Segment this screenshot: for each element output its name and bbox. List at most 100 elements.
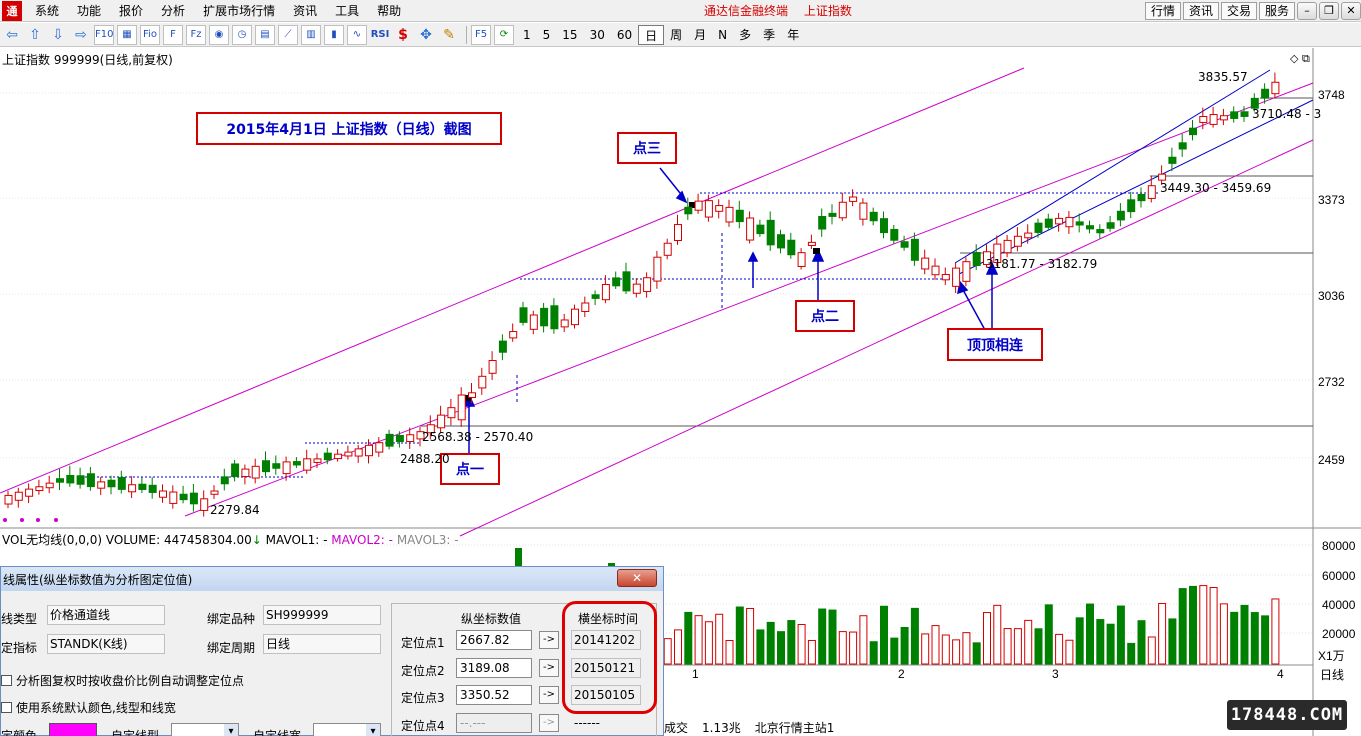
fz-icon[interactable]: Fz <box>186 24 206 45</box>
down-arrow-icon: ↓ <box>251 533 262 547</box>
bar-chart-icon[interactable]: ▥ <box>301 24 321 45</box>
menu-function[interactable]: 功能 <box>68 0 110 22</box>
candle <box>1127 199 1136 213</box>
candle <box>581 302 590 313</box>
candle <box>756 224 765 235</box>
auto-adjust-checkbox[interactable] <box>1 675 12 686</box>
period-5min[interactable]: 5 <box>537 25 557 45</box>
refresh-icon[interactable]: ⟳ <box>494 24 514 45</box>
candle <box>334 453 343 460</box>
menu-help[interactable]: 帮助 <box>368 0 410 22</box>
volume-bar <box>1096 619 1105 665</box>
trade-button[interactable]: 交易 <box>1220 2 1257 20</box>
dialog-close-icon[interactable]: ✕ <box>617 569 657 587</box>
chart-options-icon[interactable]: ◇ ⧉ <box>1290 52 1310 66</box>
volume-bar <box>890 637 899 665</box>
menu-tools[interactable]: 工具 <box>326 0 368 22</box>
color-swatch[interactable] <box>49 723 97 736</box>
service-button[interactable]: 服务 <box>1258 2 1295 20</box>
period-day[interactable]: 日 <box>638 24 665 45</box>
f5-icon[interactable]: F5 <box>471 24 491 45</box>
point4-value-input[interactable]: --.--- <box>456 713 532 733</box>
channel-middle-line <box>184 82 1314 517</box>
price-label-3449: 3449.30 - 3459.69 <box>1160 181 1272 195</box>
annotation-point3: 点三 <box>617 132 677 164</box>
candle <box>447 407 456 419</box>
period-week[interactable]: 周 <box>664 25 688 45</box>
wave-icon[interactable]: ∿ <box>347 24 367 45</box>
arrow-left-icon[interactable]: ⇦ <box>2 25 22 45</box>
period-15min[interactable]: 15 <box>556 25 583 45</box>
clock-icon[interactable]: ◷ <box>232 24 252 45</box>
menu-system[interactable]: 系统 <box>26 0 68 22</box>
candle <box>1013 235 1022 247</box>
point3-value-input[interactable]: 3350.52 <box>456 685 532 705</box>
auto-adjust-checkbox-row[interactable]: 分析图复权时按收盘价比例自动调整定位点 <box>1 672 244 689</box>
default-style-checkbox-row[interactable]: 使用系统默认颜色,线型和线宽 <box>1 699 176 716</box>
info-button[interactable]: 资讯 <box>1182 2 1219 20</box>
volume-bar <box>684 611 693 665</box>
quote-button[interactable]: 行情 <box>1144 2 1181 20</box>
line-width-combo[interactable] <box>313 723 381 736</box>
candle <box>1034 222 1043 233</box>
candle <box>746 217 755 241</box>
point4-arrow-button[interactable]: -> <box>539 714 559 732</box>
period-quarter[interactable]: 季 <box>757 25 781 45</box>
candle <box>498 340 507 353</box>
grid-icon[interactable]: ▦ <box>117 24 137 45</box>
pencil-icon[interactable]: ✎ <box>439 25 459 45</box>
line-chart-icon[interactable]: ⟋ <box>278 24 298 45</box>
arrow-right-icon[interactable]: ⇨ <box>71 25 91 45</box>
dollar-icon[interactable]: $ <box>393 25 413 45</box>
line-style-combo[interactable] <box>171 723 239 736</box>
default-style-checkbox[interactable] <box>1 702 12 713</box>
arrow-up-icon[interactable]: ⇧ <box>25 25 45 45</box>
menu-quote[interactable]: 报价 <box>110 0 152 22</box>
point2-arrow-button[interactable]: -> <box>539 659 559 677</box>
period-1min[interactable]: 1 <box>517 25 537 45</box>
menu-info[interactable]: 资讯 <box>284 0 326 22</box>
candlestick-icon[interactable]: ▮ <box>324 24 344 45</box>
minimize-icon[interactable]: – <box>1297 2 1317 20</box>
f-icon[interactable]: F <box>163 24 183 45</box>
period-60min[interactable]: 60 <box>611 25 638 45</box>
period-30min[interactable]: 30 <box>584 25 611 45</box>
f10-icon[interactable]: F10 <box>94 24 114 45</box>
volume-bar <box>1116 605 1125 665</box>
table-icon[interactable]: ▤ <box>255 24 275 45</box>
candle <box>1271 81 1280 95</box>
candle <box>354 448 363 457</box>
fio-icon[interactable]: Fio <box>140 24 160 45</box>
candle <box>591 294 600 299</box>
period-multi[interactable]: 多 <box>733 25 757 45</box>
server-name[interactable]: 北京行情主站1 <box>755 719 835 736</box>
close-icon[interactable]: ✕ <box>1341 2 1361 20</box>
move-icon[interactable]: ✥ <box>416 25 436 45</box>
rsi-icon[interactable]: RSI <box>370 25 390 45</box>
point1-value-input[interactable]: 2667.82 <box>456 630 532 650</box>
menu-analysis[interactable]: 分析 <box>152 0 194 22</box>
point1-arrow-button[interactable]: -> <box>539 631 559 649</box>
point2-value-input[interactable]: 3189.08 <box>456 658 532 678</box>
candle <box>766 219 775 246</box>
volume-bar <box>1158 602 1167 665</box>
arrow-down-icon[interactable]: ⇩ <box>48 25 68 45</box>
period-month[interactable]: 月 <box>688 25 712 45</box>
chart-header: 上证指数 999999(日线,前复权) <box>2 53 173 67</box>
candle <box>282 461 291 475</box>
candle <box>818 216 827 230</box>
y-tick-3373: 3373 <box>1318 193 1345 207</box>
point3-arrow-button[interactable]: -> <box>539 686 559 704</box>
compass-icon[interactable]: ◉ <box>209 24 229 45</box>
y-tick-3036: 3036 <box>1318 289 1345 303</box>
restore-icon[interactable]: ❐ <box>1319 2 1339 20</box>
volume-bar <box>921 633 930 665</box>
menu-extended-market[interactable]: 扩展市场行情 <box>194 0 284 22</box>
volume-bar <box>910 607 919 665</box>
candle <box>550 305 559 330</box>
period-n[interactable]: N <box>712 25 733 45</box>
annotation-point2: 点二 <box>795 300 855 332</box>
candle <box>128 484 137 493</box>
point4-time: ------ <box>571 713 641 733</box>
period-year[interactable]: 年 <box>781 25 805 45</box>
